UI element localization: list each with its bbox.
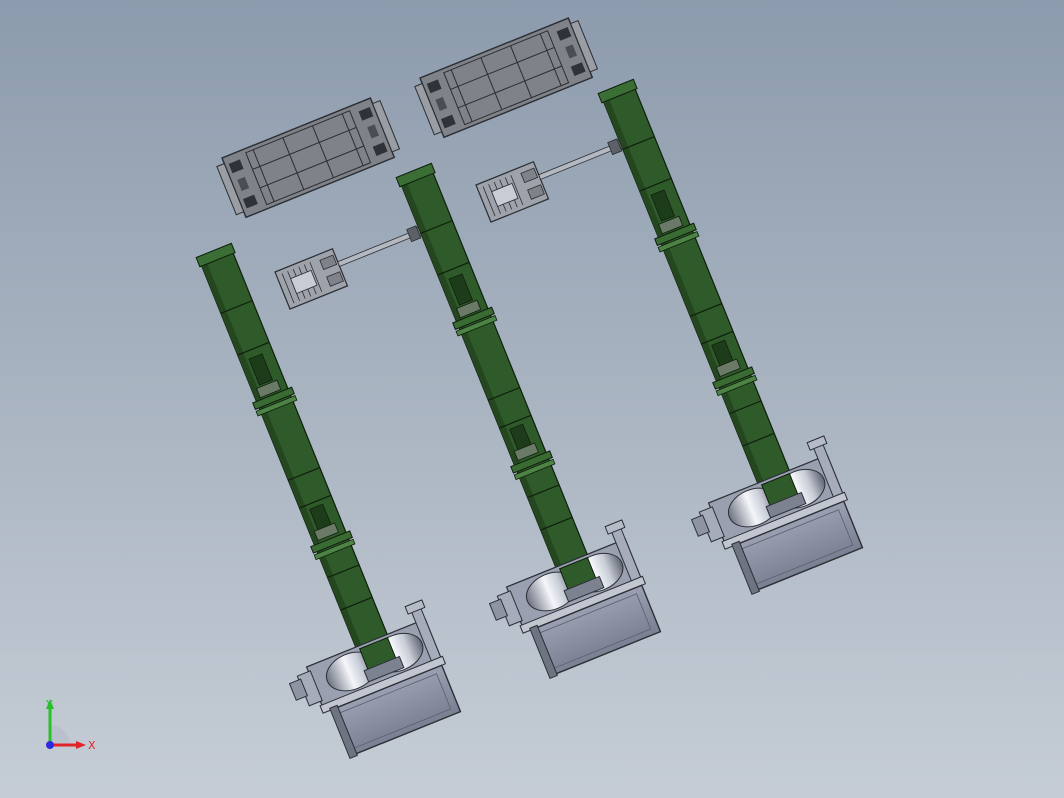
column-assembly-2[interactable] [327, 146, 668, 690]
column-assembly-3[interactable] [529, 62, 870, 606]
x-axis-arrowhead [76, 741, 86, 749]
y-axis-label: Y [45, 698, 53, 711]
column-assembly-1[interactable] [127, 226, 468, 770]
triad-plane [50, 725, 70, 745]
carriage-part-2[interactable] [475, 126, 635, 223]
cad-scene[interactable] [0, 0, 1064, 798]
grid-panel-2[interactable] [411, 14, 601, 142]
x-axis-label: X [88, 739, 96, 752]
carriage-part-1[interactable] [274, 213, 434, 310]
z-axis-dot [46, 741, 54, 749]
cad-viewport[interactable]: Y X [0, 0, 1064, 798]
grid-panel-1[interactable] [213, 94, 403, 222]
axis-triad: Y X [45, 698, 96, 752]
